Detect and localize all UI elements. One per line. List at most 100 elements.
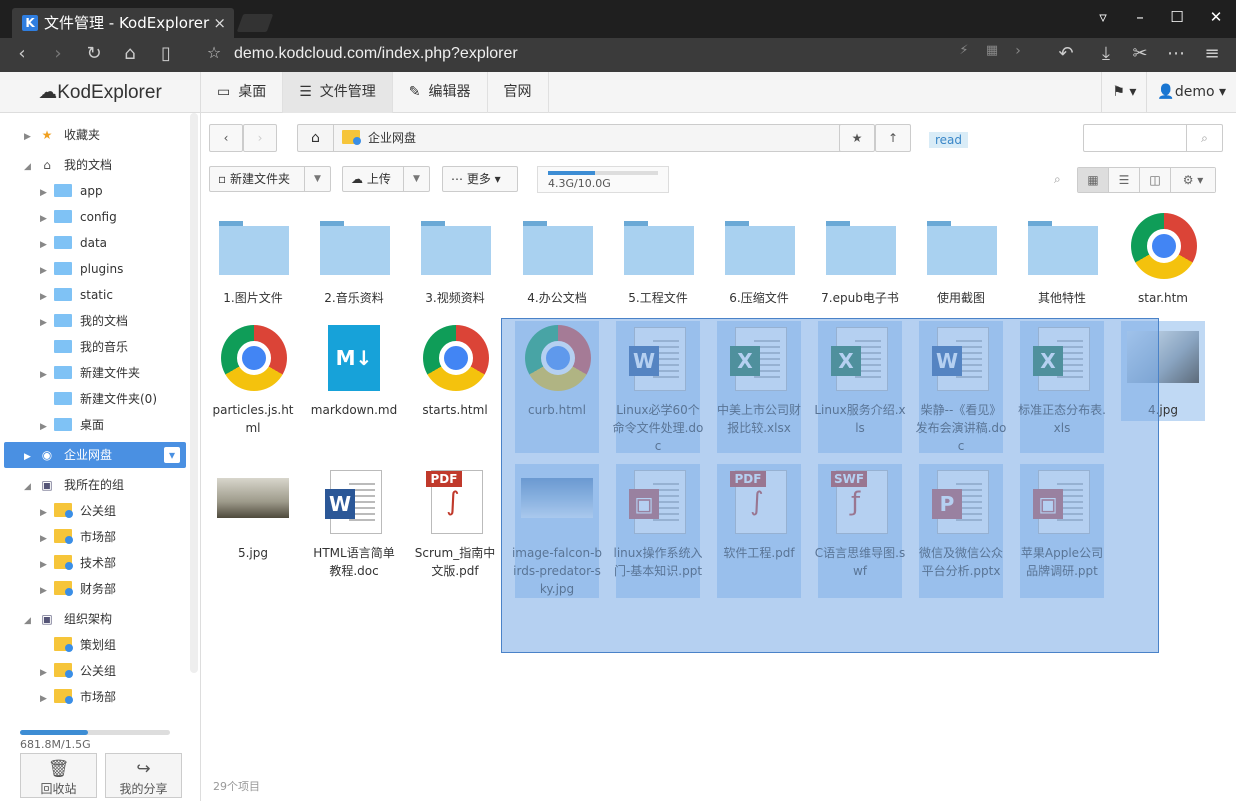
undo-icon[interactable]: ↶ — [1054, 43, 1078, 64]
crumb-item[interactable]: 企业网盘 — [342, 125, 416, 151]
home-icon[interactable]: ⌂ — [298, 125, 334, 151]
tree-item[interactable]: ▶ ◉ 企业网盘 ▾ — [24, 443, 180, 467]
file-item[interactable]: 5.工程文件 — [612, 213, 704, 307]
tree-item[interactable]: ▶ ★ 收藏夹 — [24, 123, 100, 147]
list-view-icon[interactable]: ☰ — [1109, 168, 1140, 192]
tree-item[interactable]: ◢ ▣ 组织架构 — [24, 607, 112, 631]
maximize-icon[interactable]: ☐ — [1162, 8, 1192, 26]
tree-arrow-icon[interactable]: ▶ — [40, 363, 54, 387]
tree-item[interactable]: ▶ 公关组 — [40, 499, 116, 523]
search-input[interactable]: ⌕ — [1083, 124, 1223, 152]
shirt-icon[interactable]: ▿ — [1088, 8, 1118, 26]
tree-item[interactable]: ▶ config — [40, 205, 117, 229]
tree-item[interactable]: ▶ 我的文档 — [40, 309, 128, 333]
tree-item[interactable]: ▶ 桌面 — [40, 413, 104, 437]
tree-arrow-icon[interactable]: ▶ — [40, 553, 54, 577]
lightning-icon[interactable]: ⚡ — [952, 43, 976, 58]
history-forward-button[interactable]: › — [243, 124, 277, 152]
tree-arrow-icon[interactable]: ▶ — [40, 233, 54, 257]
tree-arrow-icon[interactable]: ▶ — [40, 687, 54, 711]
my-share-button[interactable]: ↪ 我的分享 — [105, 753, 182, 798]
reload-icon[interactable]: ↻ — [82, 43, 106, 64]
file-item[interactable]: 3.视频资料 — [409, 213, 501, 307]
tree-item[interactable]: ▶ 市场部 — [40, 685, 116, 709]
search-icon[interactable]: ⌕ — [1186, 125, 1222, 151]
tree-item[interactable]: ▶ 财务部 — [40, 577, 116, 601]
file-item[interactable]: 其他特性 — [1016, 213, 1108, 307]
more-icon[interactable]: ⋯ — [1164, 43, 1188, 64]
tree-item[interactable]: ▶ 新建文件夹 — [40, 361, 140, 385]
grid-view-icon[interactable]: ▦ — [1078, 168, 1109, 192]
tree-item[interactable]: ▶ 市场部 — [40, 525, 116, 549]
tree-arrow-icon[interactable]: ▶ — [40, 501, 54, 525]
tree-arrow-icon[interactable]: ▶ — [40, 661, 54, 685]
tree-arrow-icon[interactable]: ◢ — [24, 609, 38, 633]
minimize-icon[interactable]: – — [1125, 8, 1155, 26]
split-view-icon[interactable]: ◫ — [1140, 168, 1171, 192]
dropdown-icon[interactable]: ▾ — [164, 447, 180, 463]
file-item[interactable]: 7.epub电子书 — [814, 213, 906, 307]
download-icon[interactable]: ⤓ — [1094, 43, 1118, 64]
nav-file-manager[interactable]: ☰ 文件管理 — [283, 72, 393, 113]
upload-button[interactable]: ☁ 上传 ▼ — [342, 166, 430, 192]
tree-item[interactable]: ▶ 技术部 — [40, 551, 116, 575]
file-item[interactable]: 2.音乐资料 — [308, 213, 400, 307]
tab-close-icon[interactable]: × — [213, 8, 226, 38]
nav-desktop[interactable]: ▭ 桌面 — [201, 72, 284, 113]
file-item[interactable]: star.htm — [1117, 213, 1209, 307]
forward-icon[interactable]: › — [46, 43, 70, 64]
chevron-right-icon[interactable]: › — [1006, 43, 1030, 59]
app-logo[interactable]: ☁KodExplorer — [0, 72, 201, 113]
tree-arrow-icon[interactable]: ▶ — [40, 207, 54, 231]
tree-arrow-icon[interactable]: ▶ — [40, 579, 54, 603]
url-field[interactable]: demo.kodcloud.com/index.php?explorer — [234, 45, 518, 63]
chevron-down-icon[interactable]: ▼ — [304, 167, 330, 191]
tree-arrow-icon[interactable]: ▶ — [40, 285, 54, 309]
menu-icon[interactable]: ≡ — [1200, 43, 1224, 64]
file-item[interactable]: W HTML语言简单教程.doc — [308, 468, 400, 580]
nav-editor[interactable]: ✎ 编辑器 — [393, 72, 488, 113]
home-icon[interactable]: ⌂ — [118, 43, 142, 64]
chevron-down-icon[interactable]: ▼ — [403, 167, 429, 191]
scissors-icon[interactable]: ✂ — [1128, 43, 1152, 64]
settings-icon[interactable]: ⚙ ▾ — [1171, 168, 1215, 192]
tree-arrow-icon[interactable]: ▶ — [40, 181, 54, 205]
tree-item[interactable]: ▶ app — [40, 179, 103, 203]
user-menu[interactable]: 👤demo ▾ — [1146, 72, 1236, 113]
sidebar-scrollbar[interactable] — [190, 113, 198, 673]
tree-item[interactable]: ▶ 公关组 — [40, 659, 116, 683]
nav-official-site[interactable]: 官网 — [488, 72, 549, 113]
recycle-bin-button[interactable]: 🗑 回收站 — [20, 753, 97, 798]
tree-item[interactable]: 我的音乐 — [40, 335, 128, 359]
browser-tab[interactable]: K 文件管理 - KodExplorer × — [12, 8, 234, 38]
close-window-icon[interactable]: ✕ — [1201, 8, 1231, 26]
tree-item[interactable]: ▶ plugins — [40, 257, 123, 281]
file-item[interactable]: starts.html — [409, 325, 501, 419]
new-folder-button[interactable]: ▫ 新建文件夹 ▼ — [209, 166, 331, 192]
favorite-button[interactable]: ★ — [839, 124, 875, 152]
file-item[interactable]: 4.办公文档 — [511, 213, 603, 307]
back-icon[interactable]: ‹ — [10, 43, 34, 64]
file-item[interactable]: PDF ∫ Scrum_指南中文版.pdf — [409, 468, 501, 580]
tree-item[interactable]: 策划组 — [40, 633, 116, 657]
tree-item[interactable]: ▶ static — [40, 283, 113, 307]
tree-item[interactable]: 新建文件夹(0) — [40, 387, 157, 411]
tree-arrow-icon[interactable]: ◢ — [24, 155, 38, 179]
qr-icon[interactable]: ▦ — [980, 43, 1004, 58]
new-tab-button[interactable] — [236, 14, 274, 32]
history-back-button[interactable]: ‹ — [209, 124, 243, 152]
file-item[interactable]: M↓ markdown.md — [308, 325, 400, 419]
flag-menu[interactable]: ⚑ ▾ — [1101, 72, 1146, 113]
file-item[interactable]: 5.jpg — [207, 468, 299, 562]
file-item[interactable]: 1.图片文件 — [207, 213, 299, 307]
reader-icon[interactable]: ▯ — [154, 43, 178, 64]
file-item[interactable]: 6.压缩文件 — [713, 213, 805, 307]
tree-arrow-icon[interactable]: ◢ — [24, 475, 38, 499]
tree-arrow-icon[interactable]: ▶ — [24, 125, 38, 149]
more-button[interactable]: ⋯ 更多 ▾ — [442, 166, 518, 192]
file-item[interactable]: particles.js.html — [207, 325, 299, 437]
tree-arrow-icon[interactable]: ▶ — [40, 415, 54, 439]
file-item[interactable]: 使用截图 — [915, 213, 1007, 307]
up-level-button[interactable]: ↑ — [875, 124, 911, 152]
tree-item[interactable]: ▶ data — [40, 231, 107, 255]
